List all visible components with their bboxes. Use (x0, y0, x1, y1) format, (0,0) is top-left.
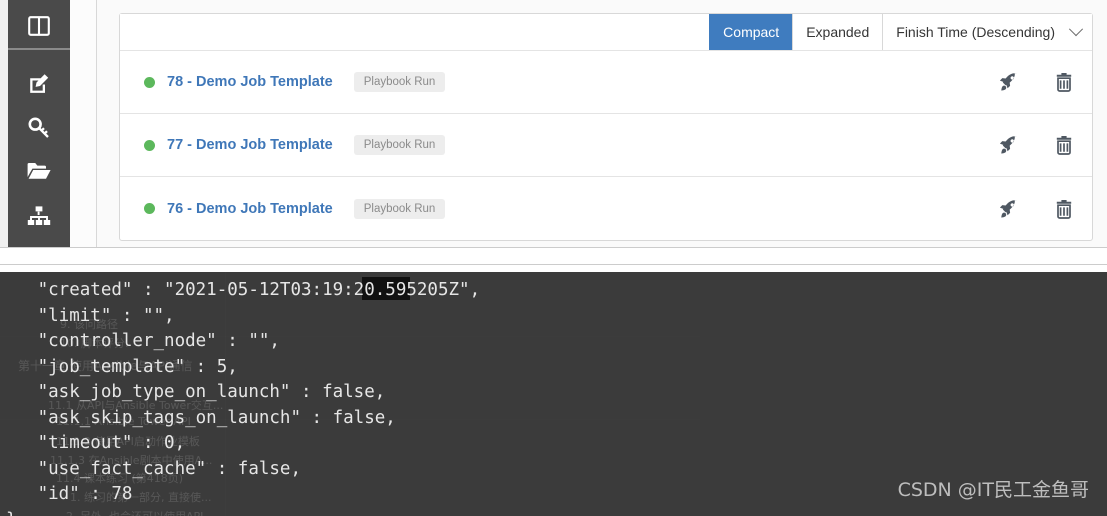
sitemap-icon (27, 205, 51, 227)
terminal-line: } (0, 508, 1107, 516)
status-badge (144, 139, 155, 151)
job-name-link[interactable]: 77 - Demo Job Template (167, 137, 333, 153)
rocket-icon (998, 72, 1018, 92)
trash-icon (1055, 199, 1073, 219)
search-input[interactable] (120, 14, 710, 50)
row-actions (980, 199, 1092, 219)
job-name-link[interactable]: 78 - Demo Job Template (167, 74, 333, 90)
terminal-line: "created" : "2021-05-12T03:19:20.595205Z… (6, 280, 481, 300)
row-actions (980, 135, 1092, 155)
columns-layout-icon (28, 16, 50, 36)
terminal-line: "job_template" : 5, (6, 356, 238, 377)
sort-order-dropdown[interactable]: Finish Time (Descending) (882, 14, 1092, 50)
jobs-list-card: Compact Expanded Finish Time (Descending… (119, 13, 1093, 241)
delete-button[interactable] (1036, 135, 1092, 155)
sidebar-item-templates[interactable] (8, 62, 70, 106)
job-name-link[interactable]: 76 - Demo Job Template (167, 201, 333, 217)
view-mode-expanded[interactable]: Expanded (792, 14, 883, 50)
sidebar-item-credentials[interactable] (8, 106, 70, 150)
jobs-toolbar: Compact Expanded Finish Time (Descending… (120, 14, 1092, 51)
job-type-badge: Playbook Run (353, 198, 446, 219)
sort-order-label: Finish Time (Descending) (896, 24, 1055, 40)
trash-icon (1055, 135, 1073, 155)
folder-open-icon (26, 160, 52, 182)
relaunch-button[interactable] (980, 72, 1036, 92)
browser-pane: Compact Expanded Finish Time (Descending… (0, 0, 1107, 247)
sidebar-rail (70, 0, 97, 247)
sidebar-item-dashboard[interactable] (8, 4, 70, 50)
job-type-badge: Playbook Run (353, 72, 446, 92)
status-badge (144, 76, 155, 88)
status-badge (144, 203, 155, 214)
key-icon (27, 116, 51, 140)
table-row[interactable]: 76 - Demo Job Template Playbook Run (120, 177, 1092, 240)
left-nav-sidebar (8, 0, 70, 247)
trash-icon (1055, 72, 1073, 92)
terminal-pane[interactable]: 9. 该问路径 10. 脚本评分. 第十一章 使用Ansible与API通信 11.1… (0, 272, 1107, 516)
pane-divider (0, 247, 1107, 272)
row-actions (980, 72, 1092, 92)
terminal-line: "controller_node" : "", (6, 331, 280, 351)
pencil-square-icon (27, 72, 51, 96)
sidebar-item-inventories[interactable] (8, 194, 70, 238)
table-row[interactable]: 77 - Demo Job Template Playbook Run (120, 114, 1092, 177)
relaunch-button[interactable] (980, 135, 1036, 155)
content-area: Compact Expanded Finish Time (Descending… (97, 0, 1107, 247)
terminal-line: "timeout" : 0, (6, 433, 186, 453)
watermark-label: CSDN @IT民工金鱼哥 (897, 479, 1089, 501)
relaunch-button[interactable] (980, 199, 1036, 219)
view-mode-group: Compact Expanded (709, 14, 883, 50)
delete-button[interactable] (1036, 72, 1092, 92)
chevron-down-icon (1068, 22, 1084, 37)
terminal-line: "ask_job_type_on_launch" : false, (6, 382, 386, 402)
delete-button[interactable] (1036, 199, 1092, 219)
terminal-line: "ask_skip_tags_on_launch" : false, (6, 407, 396, 428)
rocket-icon (998, 199, 1018, 219)
view-mode-compact[interactable]: Compact (709, 14, 793, 50)
job-type-badge: Playbook Run (353, 135, 446, 155)
rocket-icon (998, 135, 1018, 155)
sidebar-item-projects[interactable] (8, 149, 70, 193)
table-row[interactable]: 78 - Demo Job Template Playbook Run (120, 51, 1092, 114)
terminal-line: "limit" : "", (6, 305, 175, 326)
